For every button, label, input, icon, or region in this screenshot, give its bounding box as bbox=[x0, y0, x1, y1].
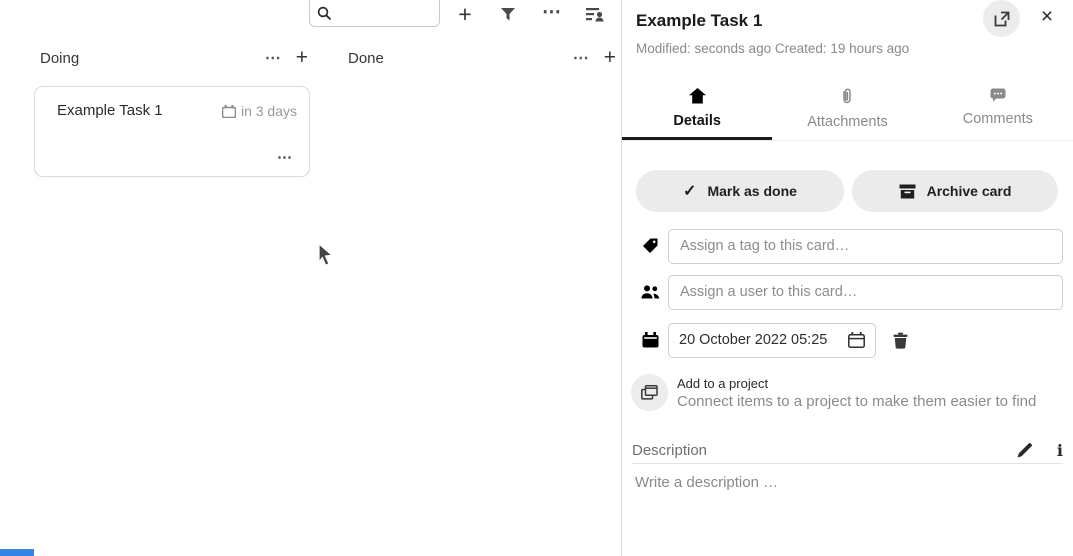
panel-meta-text: Modified: seconds ago Created: 19 hours … bbox=[636, 41, 909, 56]
calendar-filled-icon bbox=[639, 332, 661, 348]
column-title: Doing bbox=[40, 50, 79, 67]
paperclip-icon bbox=[841, 88, 853, 105]
description-divider bbox=[632, 463, 1063, 464]
calendar-icon bbox=[222, 105, 236, 118]
date-picker-button[interactable] bbox=[848, 332, 865, 348]
bottom-left-accent-strip bbox=[0, 549, 34, 556]
card-title: Example Task 1 bbox=[57, 102, 163, 119]
tab-label: Attachments bbox=[807, 114, 888, 130]
assign-tag-input[interactable] bbox=[668, 229, 1063, 264]
project-row-title: Add to a project bbox=[677, 376, 1036, 391]
calendar-outline-icon bbox=[848, 332, 865, 348]
button-label: Archive card bbox=[927, 183, 1012, 199]
delete-date-button[interactable] bbox=[893, 332, 908, 349]
trash-icon bbox=[893, 332, 908, 349]
mark-as-done-button[interactable]: ✓ Mark as done bbox=[636, 170, 844, 212]
tab-attachments[interactable]: Attachments bbox=[772, 80, 922, 140]
list-user-icon bbox=[585, 6, 605, 22]
archive-icon bbox=[899, 184, 916, 199]
task-card[interactable]: Example Task 1 in 3 days ⋯ bbox=[34, 86, 310, 177]
project-button[interactable] bbox=[631, 374, 668, 411]
column-menu-button[interactable]: ⋯ bbox=[265, 48, 282, 68]
info-icon: i bbox=[1057, 441, 1063, 460]
due-date-field[interactable]: 20 October 2022 05:25 bbox=[668, 323, 876, 358]
search-input[interactable] bbox=[332, 6, 432, 21]
description-label: Description bbox=[632, 442, 707, 459]
assignee-list-button[interactable] bbox=[581, 0, 609, 28]
windows-stack-icon bbox=[641, 385, 658, 400]
card-due-badge: in 3 days bbox=[222, 103, 297, 119]
tag-icon bbox=[639, 238, 661, 254]
pencil-icon bbox=[1017, 442, 1033, 458]
add-to-project-row[interactable]: Add to a project Connect items to a proj… bbox=[622, 374, 1073, 411]
popout-button[interactable] bbox=[983, 0, 1020, 37]
card-details-panel: Example Task 1 Modified: seconds ago Cre… bbox=[622, 0, 1073, 556]
column-add-button[interactable]: + bbox=[604, 46, 616, 70]
due-date-row: 20 October 2022 05:25 bbox=[622, 322, 1073, 358]
due-date-value: 20 October 2022 05:25 bbox=[679, 332, 827, 348]
home-icon bbox=[689, 88, 706, 104]
check-icon: ✓ bbox=[683, 181, 696, 201]
panel-title: Example Task 1 bbox=[636, 11, 762, 31]
column-title: Done bbox=[348, 50, 384, 67]
tab-details[interactable]: Details bbox=[622, 80, 772, 140]
column-add-button[interactable]: + bbox=[296, 46, 308, 70]
users-icon bbox=[639, 285, 661, 299]
description-info-button[interactable]: i bbox=[1057, 441, 1063, 460]
project-row-subtitle: Connect items to a project to make them … bbox=[677, 393, 1036, 410]
description-placeholder[interactable]: Write a description … bbox=[635, 474, 778, 491]
more-menu-button[interactable]: ⋯ bbox=[538, 0, 566, 26]
card-due-text: in 3 days bbox=[241, 103, 297, 119]
card-menu-button[interactable]: ⋯ bbox=[277, 148, 293, 166]
tab-label: Details bbox=[673, 113, 721, 129]
funnel-icon bbox=[500, 6, 516, 22]
tab-label: Comments bbox=[963, 111, 1033, 127]
edit-description-button[interactable] bbox=[1017, 442, 1033, 458]
column-menu-button[interactable]: ⋯ bbox=[573, 48, 590, 68]
filter-button[interactable] bbox=[494, 0, 522, 28]
close-button[interactable]: × bbox=[1032, 2, 1062, 32]
user-row bbox=[622, 274, 1073, 310]
assign-user-input[interactable] bbox=[668, 275, 1063, 310]
column-header-done: Done ⋯ + bbox=[348, 44, 616, 72]
add-button[interactable]: + bbox=[451, 0, 479, 28]
panel-tabs: Details Attachments Comments bbox=[622, 80, 1073, 141]
archive-card-button[interactable]: Archive card bbox=[852, 170, 1058, 212]
tab-comments[interactable]: Comments bbox=[923, 80, 1073, 140]
external-link-icon bbox=[994, 11, 1010, 27]
search-icon bbox=[317, 6, 332, 21]
description-header: Description i bbox=[632, 438, 1063, 462]
button-label: Mark as done bbox=[707, 183, 796, 199]
tag-row bbox=[622, 228, 1073, 264]
column-header-doing: Doing ⋯ + bbox=[40, 44, 308, 72]
mouse-cursor bbox=[316, 243, 336, 269]
comment-icon bbox=[990, 88, 1006, 102]
search-box[interactable] bbox=[309, 0, 440, 27]
